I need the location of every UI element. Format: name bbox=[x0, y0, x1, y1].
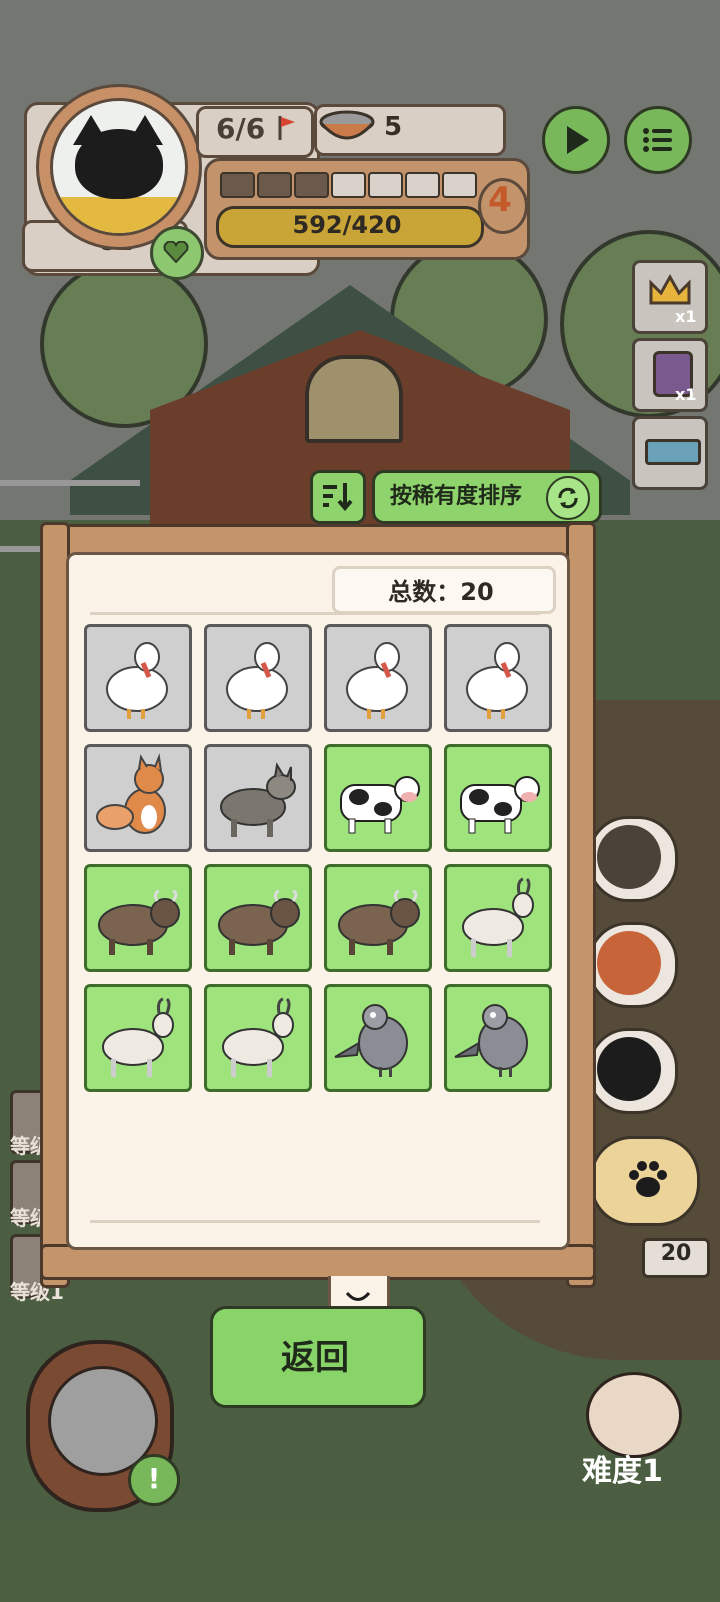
bench-icon bbox=[645, 439, 701, 465]
animal-card-goose[interactable] bbox=[84, 624, 192, 732]
wolf-icon bbox=[220, 762, 296, 837]
animal-card-goat[interactable] bbox=[204, 984, 312, 1092]
sort-order-button[interactable] bbox=[310, 470, 366, 524]
animal-card-goose[interactable] bbox=[444, 624, 552, 732]
level-badge-number: 4 bbox=[488, 180, 512, 220]
goat-icon bbox=[102, 997, 174, 1077]
difficulty-label: 难度1 bbox=[582, 1454, 663, 1489]
divider bbox=[90, 612, 540, 615]
progress-segment bbox=[442, 172, 477, 198]
smile-icon bbox=[345, 1291, 371, 1301]
sort-label: 按稀有度排序 bbox=[390, 484, 523, 509]
total-count: 总数：20 bbox=[388, 578, 494, 606]
pigeon-icon bbox=[334, 1004, 408, 1077]
animal-card-pigeon[interactable] bbox=[444, 984, 552, 1092]
bison-icon bbox=[98, 889, 180, 955]
bison-icon bbox=[218, 889, 300, 955]
play-button[interactable] bbox=[542, 106, 610, 174]
stage-counter: 6/6 bbox=[216, 112, 266, 145]
animal-card-pigeon[interactable] bbox=[324, 984, 432, 1092]
crown-item[interactable]: x1 bbox=[632, 260, 708, 334]
goose-icon bbox=[226, 642, 288, 719]
goose-icon bbox=[346, 642, 408, 719]
heart-button[interactable] bbox=[150, 226, 204, 280]
elephant-icon bbox=[597, 825, 661, 889]
fox-icon bbox=[96, 753, 166, 834]
goat-icon bbox=[462, 877, 534, 957]
animal-card-goat[interactable] bbox=[84, 984, 192, 1092]
item-count: x1 bbox=[675, 307, 697, 326]
cycle-arrows-icon bbox=[558, 487, 578, 509]
food-count: 5 bbox=[384, 112, 403, 142]
food-bowl-icon bbox=[319, 110, 375, 140]
bird-icon bbox=[597, 931, 661, 995]
progress-segment bbox=[405, 172, 440, 198]
goose-icon bbox=[106, 642, 168, 719]
animal-card-bison[interactable] bbox=[324, 864, 432, 972]
category-button-bird[interactable] bbox=[588, 922, 678, 1008]
animal-card-bison[interactable] bbox=[84, 864, 192, 972]
menu-button[interactable] bbox=[624, 106, 692, 174]
progress-segment bbox=[294, 172, 329, 198]
progress-segment bbox=[368, 172, 403, 198]
category-button-all[interactable] bbox=[590, 1136, 700, 1226]
heart-icon bbox=[163, 241, 189, 263]
monster-icon bbox=[597, 1037, 661, 1101]
progress-segment bbox=[220, 172, 255, 198]
avatar[interactable] bbox=[50, 98, 188, 236]
cow-icon bbox=[340, 776, 420, 834]
item-count: x1 bbox=[675, 385, 697, 404]
animal-card-goose[interactable] bbox=[324, 624, 432, 732]
black-cat-icon bbox=[75, 129, 163, 199]
paw-icon bbox=[629, 1161, 667, 1197]
potion-item[interactable]: x1 bbox=[632, 338, 708, 412]
goose-icon bbox=[466, 642, 528, 719]
animal-card-bison[interactable] bbox=[204, 864, 312, 972]
refresh-icon[interactable] bbox=[546, 476, 590, 520]
animal-card-cow[interactable] bbox=[444, 744, 552, 852]
crown-icon bbox=[649, 273, 691, 305]
animal-card-wolf[interactable] bbox=[204, 744, 312, 852]
frame-post-right bbox=[566, 522, 596, 1288]
bench-item[interactable] bbox=[632, 416, 708, 490]
goat-icon bbox=[222, 997, 294, 1077]
category-button-monster[interactable] bbox=[588, 1028, 678, 1114]
progress-segment bbox=[257, 172, 292, 198]
sort-icon bbox=[323, 483, 353, 511]
animal-card-cow[interactable] bbox=[324, 744, 432, 852]
pigeon-icon bbox=[454, 1004, 528, 1077]
back-label: 返回 bbox=[281, 1338, 349, 1378]
divider bbox=[90, 1220, 540, 1223]
menu-icon bbox=[643, 128, 672, 152]
animal-card-goose[interactable] bbox=[204, 624, 312, 732]
play-icon bbox=[567, 126, 589, 154]
category-button-mammal[interactable] bbox=[588, 816, 678, 902]
progress-segment bbox=[331, 172, 366, 198]
counter-box: 20 bbox=[642, 1238, 710, 1278]
alert-icon[interactable]: ! bbox=[128, 1454, 180, 1506]
bison-icon bbox=[338, 889, 420, 955]
animal-card-goat[interactable] bbox=[444, 864, 552, 972]
animal-card-fox[interactable] bbox=[84, 744, 192, 852]
cow-icon bbox=[460, 776, 540, 834]
flag-icon bbox=[278, 116, 295, 140]
xp-text: 592/420 bbox=[292, 211, 402, 239]
